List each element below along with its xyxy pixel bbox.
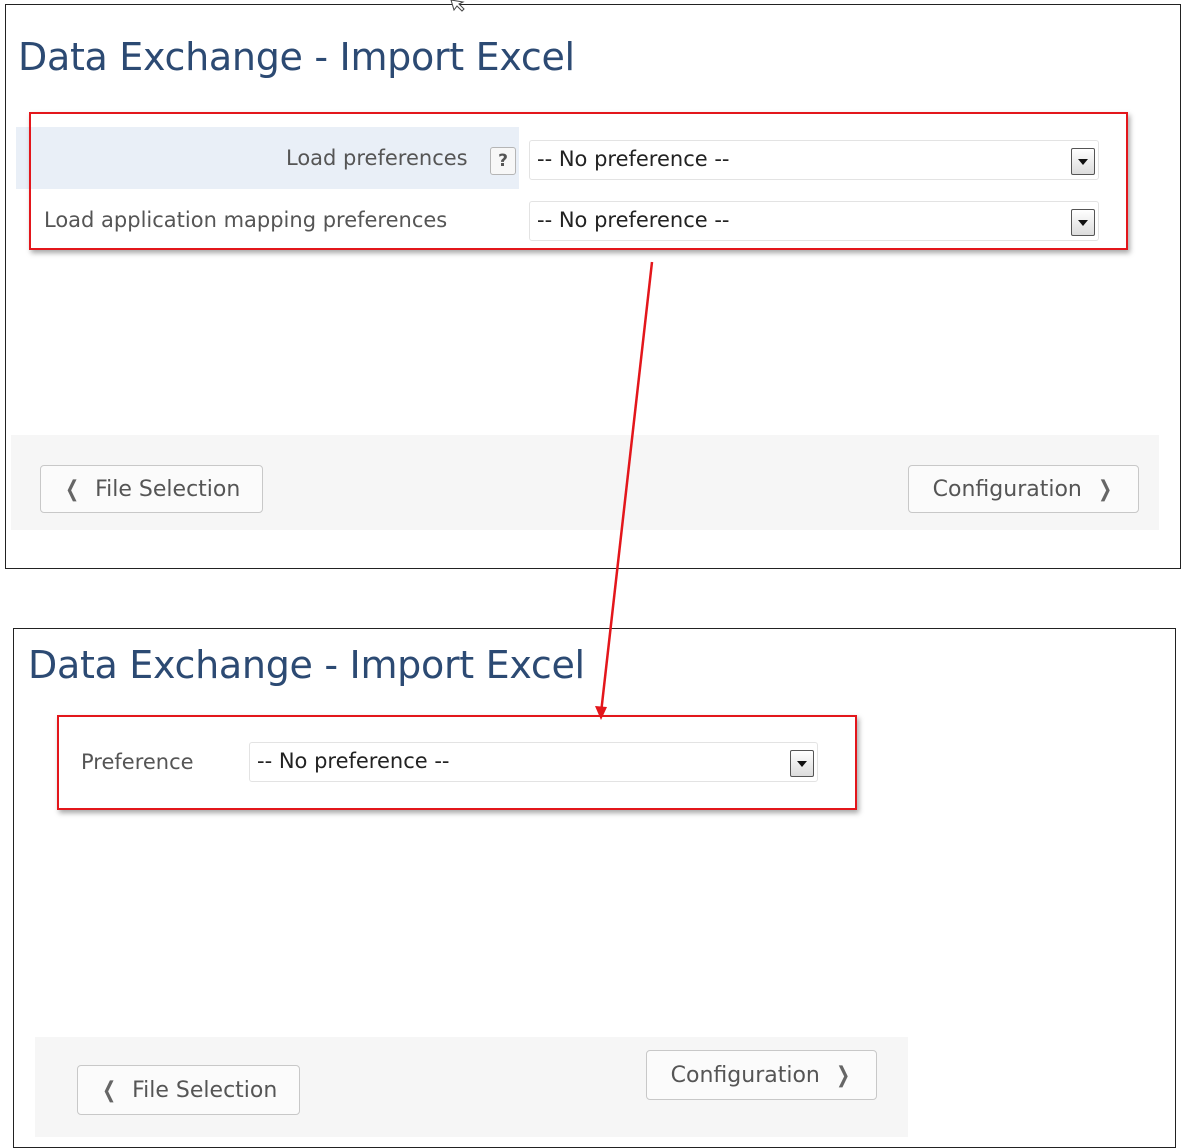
page-title: Data Exchange - Import Excel — [28, 643, 585, 687]
next-configuration-button[interactable]: Configuration ❯ — [908, 465, 1139, 513]
next-button-label: Configuration — [670, 1062, 820, 1088]
import-excel-panel-after: Data Exchange - Import Excel Preference … — [13, 628, 1176, 1148]
next-configuration-button[interactable]: Configuration ❯ — [646, 1050, 877, 1100]
page-title: Data Exchange - Import Excel — [18, 35, 575, 79]
back-button-label: File Selection — [132, 1077, 278, 1103]
chevron-right-icon: ❯ — [1098, 476, 1113, 502]
back-file-selection-button[interactable]: ❮ File Selection — [40, 465, 263, 513]
chevron-right-icon: ❯ — [836, 1062, 851, 1088]
mouse-cursor-icon — [450, 0, 465, 12]
next-button-label: Configuration — [932, 476, 1082, 502]
highlight-box-before — [29, 112, 1128, 250]
import-excel-panel-before: Data Exchange - Import Excel Load prefer… — [5, 4, 1181, 569]
chevron-left-icon: ❮ — [101, 1077, 116, 1103]
back-file-selection-button[interactable]: ❮ File Selection — [77, 1065, 300, 1115]
back-button-label: File Selection — [95, 476, 241, 502]
chevron-left-icon: ❮ — [64, 476, 79, 502]
highlight-box-after — [57, 715, 857, 810]
